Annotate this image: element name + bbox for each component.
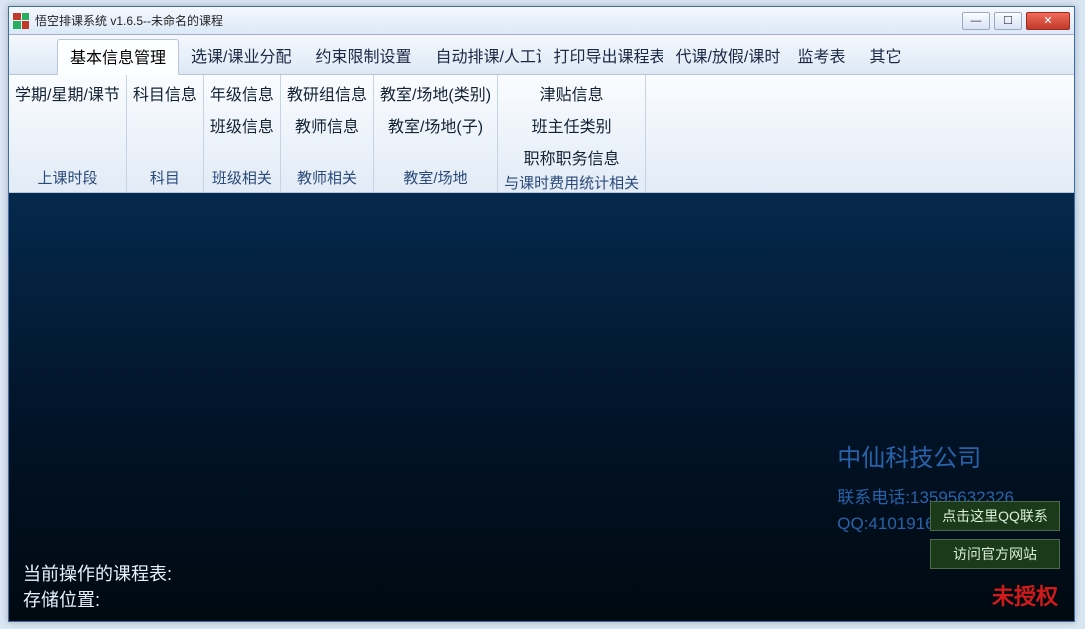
item-term[interactable]: 学期/星期/课节 [15,81,120,105]
content-area: 中仙科技公司 联系电话:13595632326 QQ:410191680 点击这… [9,193,1074,621]
group-room: 教室/场地(类别) 教室/场地(子) 教室/场地 [374,75,498,192]
item-title-info[interactable]: 职称职务信息 [524,145,620,169]
group-label-room: 教室/场地 [403,164,467,192]
group-label-class: 班级相关 [212,164,272,192]
group-fee: 津贴信息 班主任类别 职称职务信息 与课时费用统计相关 [498,75,646,192]
tab-constraints[interactable]: 约束限制设置 [303,39,423,74]
company-name: 中仙科技公司 [837,438,1014,473]
tab-print-export[interactable]: 打印导出课程表 [541,39,663,74]
status-location: 存储位置: [23,587,172,613]
item-room-sub[interactable]: 教室/场地(子) [388,113,483,137]
group-time: 学期/星期/课节 上课时段 [9,75,127,192]
item-grade-info[interactable]: 年级信息 [210,81,274,105]
group-label-subject: 科目 [150,164,180,192]
group-label-teacher: 教师相关 [297,164,357,192]
tab-basic-info[interactable]: 基本信息管理 [57,39,179,75]
tab-other[interactable]: 其它 [858,39,914,74]
group-subject: 科目信息 科目 [127,75,204,192]
status-block: 当前操作的课程表: 存储位置: [23,561,172,613]
qq-contact-button[interactable]: 点击这里QQ联系 [930,501,1060,531]
ribbon: 学期/星期/课节 上课时段 科目信息 科目 年级信息 班级信息 班级相关 教研组… [9,75,1074,193]
unauth-label: 未授权 [992,579,1058,611]
group-label-time: 上课时段 [37,164,97,192]
visit-site-button[interactable]: 访问官方网站 [930,539,1060,569]
tab-exam[interactable]: 监考表 [785,39,857,74]
item-subject-info[interactable]: 科目信息 [133,81,197,105]
status-current: 当前操作的课程表: [23,561,172,587]
window-title: 悟空排课系统 v1.6.5--未命名的课程 [35,12,962,29]
close-button[interactable]: ✕ [1026,12,1070,30]
tab-strip: 基本信息管理 选课/课业分配 约束限制设置 自动排课/人工调课 打印导出课程表 … [9,35,1074,75]
item-teachgroup-info[interactable]: 教研组信息 [287,81,367,105]
minimize-button[interactable]: — [962,12,990,30]
main-window: 悟空排课系统 v1.6.5--未命名的课程 — ☐ ✕ 基本信息管理 选课/课业… [8,6,1075,622]
tab-auto-schedule[interactable]: 自动排课/人工调课 [423,39,541,74]
item-room-category[interactable]: 教室/场地(类别) [380,81,491,105]
group-class: 年级信息 班级信息 班级相关 [204,75,281,192]
tab-course-assign[interactable]: 选课/课业分配 [179,39,303,74]
item-allowance[interactable]: 津贴信息 [540,81,604,105]
item-class-info[interactable]: 班级信息 [210,113,274,137]
item-headteacher-type[interactable]: 班主任类别 [532,113,612,137]
group-teacher: 教研组信息 教师信息 教师相关 [281,75,374,192]
title-bar: 悟空排课系统 v1.6.5--未命名的课程 — ☐ ✕ [9,7,1074,35]
app-icon [13,13,29,29]
contact-buttons: 点击这里QQ联系 访问官方网站 [930,501,1060,569]
item-teacher-info[interactable]: 教师信息 [295,113,359,137]
maximize-button[interactable]: ☐ [994,12,1022,30]
tab-substitute[interactable]: 代课/放假/课时 [663,39,785,74]
